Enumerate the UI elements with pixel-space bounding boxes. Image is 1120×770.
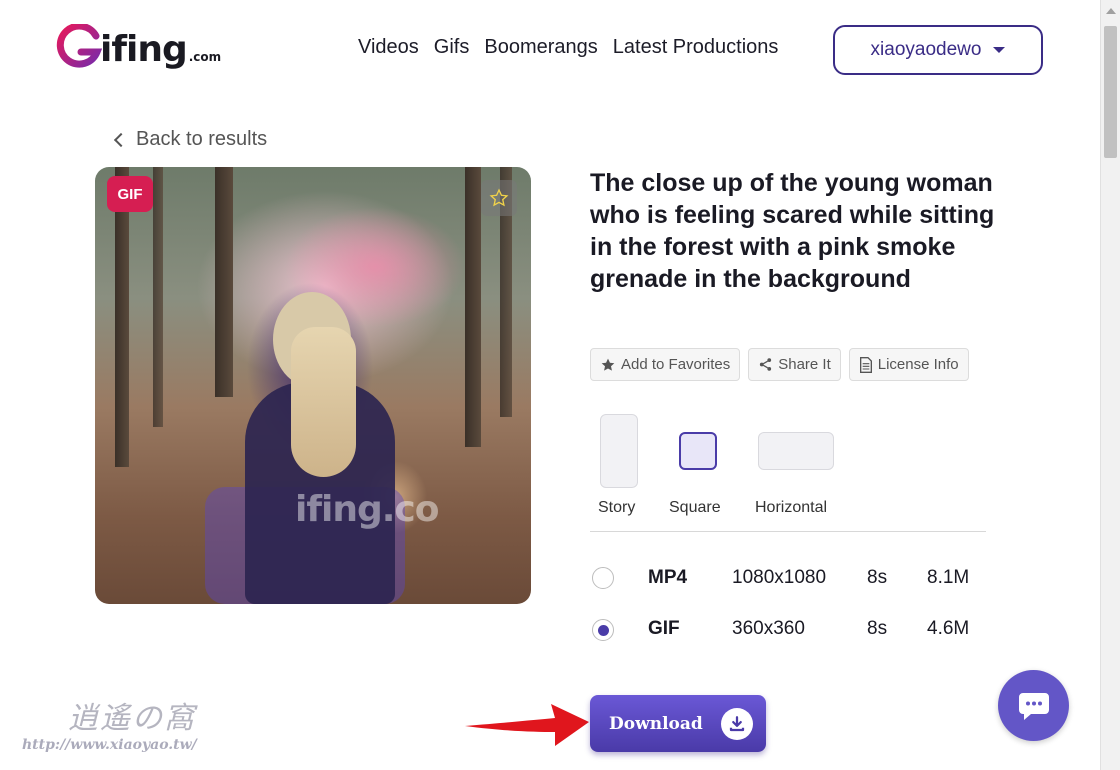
- page-title: The close up of the young woman who is f…: [590, 169, 995, 293]
- size-gif: 4.6M: [927, 618, 970, 639]
- star-icon: [601, 358, 615, 371]
- nav-boomerangs[interactable]: Boomerangs: [484, 36, 597, 59]
- aspect-story-label: Story: [598, 499, 636, 516]
- logo-suffix: .com: [188, 50, 222, 64]
- download-button[interactable]: Download: [590, 695, 766, 752]
- logo-text: ifing: [100, 29, 188, 70]
- share-button[interactable]: Share It: [748, 348, 841, 381]
- format-radio-gif[interactable]: [592, 619, 614, 641]
- resolution-mp4: 1080x1080: [732, 567, 827, 588]
- resolution-gif: 360x360: [732, 618, 805, 639]
- license-info-button[interactable]: License Info: [848, 348, 969, 381]
- document-icon: [859, 356, 872, 373]
- share-icon: [760, 358, 772, 371]
- add-to-favorites-button[interactable]: Add to Favorites: [590, 348, 741, 381]
- nav-videos[interactable]: Videos: [358, 36, 419, 59]
- duration-mp4: 8s: [867, 567, 888, 588]
- site-logo[interactable]: ifing .com: [56, 18, 221, 70]
- aspect-square[interactable]: Square: [669, 432, 729, 524]
- back-label: Back to results: [136, 128, 268, 150]
- caret-down-icon: [993, 47, 1006, 53]
- page-scrollbar[interactable]: [1100, 0, 1120, 770]
- license-info-label: License Info: [877, 356, 959, 373]
- share-label: Share It: [778, 356, 831, 373]
- watermark-url: http://www.xiaoyao.tw/: [22, 737, 197, 753]
- gif-preview-image: ifing.co: [95, 167, 531, 604]
- action-buttons: Add to Favorites Share It License Info: [590, 348, 969, 381]
- duration-gif: 8s: [867, 618, 888, 639]
- nav-latest-productions[interactable]: Latest Productions: [613, 36, 779, 59]
- scroll-thumb[interactable]: [1104, 26, 1117, 158]
- aspect-story-thumb: [600, 414, 638, 488]
- format-gif: GIF: [648, 618, 680, 639]
- watermark-logo: 逍遙の窩: [68, 701, 196, 736]
- star-icon: [489, 188, 509, 207]
- add-to-favorites-label: Add to Favorites: [621, 356, 731, 373]
- user-name: xiaoyaodewo: [870, 39, 982, 60]
- aspect-horizontal-thumb: [758, 432, 834, 470]
- aspect-square-label: Square: [669, 499, 721, 516]
- logo-g-icon: [56, 24, 102, 68]
- aspect-horizontal[interactable]: Horizontal: [755, 432, 837, 524]
- download-icon: [720, 707, 753, 740]
- red-arrow-icon: [465, 704, 589, 746]
- divider: [590, 531, 986, 532]
- aspect-square-thumb: [679, 432, 717, 470]
- gif-badge: GIF: [107, 176, 153, 212]
- chevron-left-icon: [113, 132, 129, 147]
- user-menu-button[interactable]: xiaoyaodewo: [833, 25, 1043, 75]
- main-nav: Videos Gifs Boomerangs Latest Production…: [358, 36, 778, 59]
- favorite-toggle[interactable]: [481, 180, 517, 216]
- chat-bubble-icon: [1018, 692, 1049, 720]
- format-mp4: MP4: [648, 567, 688, 588]
- back-to-results-link[interactable]: Back to results: [112, 128, 267, 151]
- size-mp4: 8.1M: [927, 567, 970, 588]
- scroll-up-icon[interactable]: [1106, 8, 1116, 14]
- aspect-story[interactable]: Story: [598, 414, 640, 524]
- download-label: Download: [609, 713, 703, 734]
- image-watermark: ifing.co: [295, 489, 439, 530]
- chat-widget-button[interactable]: [998, 670, 1069, 741]
- format-radio-mp4[interactable]: [592, 567, 614, 589]
- site-watermark: 逍遙の窩 http://www.xiaoyao.tw/: [22, 693, 232, 758]
- aspect-horizontal-label: Horizontal: [755, 499, 828, 516]
- nav-gifs[interactable]: Gifs: [434, 36, 470, 59]
